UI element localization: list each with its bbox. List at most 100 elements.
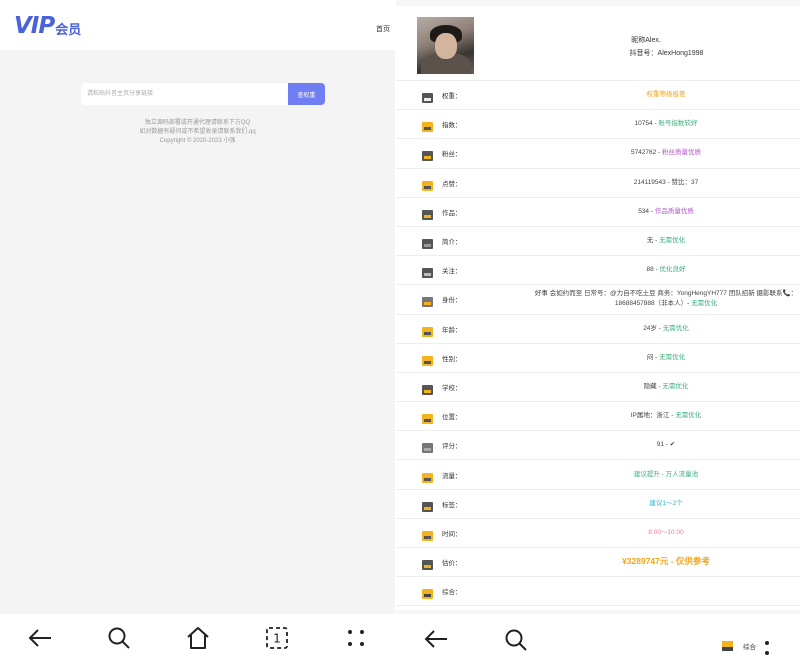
metric-value: 534 - 作品质量优质 [496,207,800,217]
metric-note: ¥3289747元 - 仅供参考 [622,556,710,567]
metric-note: 无需优化 [659,237,686,245]
metric-value: 无 - 无需优化 [496,236,800,246]
metric-value-text: 闷 - [646,353,660,361]
metric-value: 好事 会如约而至 日常号：@力自不吃土豆 商务：YongHengYH777 团队… [496,289,800,309]
metric-value-text: 5742762 - [630,149,663,157]
metric-row: 简介： 无 - 无需优化 [396,227,800,257]
metric-note: 无需优化 [675,412,702,420]
result-card: 昵称Alex. 抖音号：AlexHong1998 权重： 权重等级极差 指数： 107… [396,6,800,610]
menu-dots-icon[interactable] [341,623,371,653]
summary-label: 综合 [743,644,756,651]
metric-label: 评分： [442,443,462,451]
metric-label: 身份： [442,297,462,305]
metric-row: 估价： ¥3289747元 - 仅供参考 [396,548,800,578]
tabs-icon[interactable]: 1 [262,623,292,653]
index-icon [422,119,433,133]
metric-row: 身份： 好事 会如约而至 日常号：@力自不吃土豆 商务：YongHengYH777… [396,285,800,315]
metric-value: IP属地：浙江 - 无需优化 [496,411,800,421]
bottom-nav-bar-right: 综合 [396,614,800,662]
search-icon[interactable] [104,623,134,653]
metric-label: 时间： [442,530,462,538]
metric-value-text: 534 - [638,207,655,215]
metric-value: 权重等级极差 [496,90,800,100]
metric-value-text: 214119543 - 赞比：37 [633,178,699,186]
metric-value: 24岁 - 无需优化 [496,324,800,334]
metric-value: ¥3289747元 - 仅供参考 [496,556,800,568]
weight-icon [422,90,433,104]
metric-value-text-2: 18688457888（非本人）- [614,300,692,308]
menu-dots-icon[interactable] [764,640,770,661]
metric-label: 标签： [442,501,462,509]
metric-row: 评分： 91 - ✔ [396,431,800,461]
home-link[interactable]: 首页 [376,24,390,34]
metric-label: 权重： [442,93,462,101]
metrics-list: 权重： 权重等级极差指数： 10754 - 账号指数较好粉丝： 5742762 - 粉… [396,81,800,607]
age-icon [422,324,433,337]
back-arrow-icon[interactable] [423,628,449,655]
metric-value-text: 隐藏 - [643,382,663,390]
valuation-icon [422,557,433,571]
metric-value: 10754 - 账号指数较好 [496,119,800,129]
metric-row: 位置： IP属地：浙江 - 无需优化 [396,402,800,432]
home-icon[interactable] [183,623,213,653]
header: VIP 会员 首页 [0,0,395,50]
metric-row: 权重： 权重等级极差 [396,81,800,111]
bottom-nav-bar: 1 [0,614,395,662]
query-weight-button[interactable]: 查权重 [288,83,325,105]
school-icon [422,382,433,395]
metric-note: 8:00～10:00 [648,528,684,536]
metric-note: 建议提升 - 万人流量池 [633,470,699,478]
metric-value-text: 88 - [646,266,660,274]
metric-value: 建议1～2个 [496,499,800,509]
logo-vip-text: VIP [14,13,55,39]
metric-value-text: 好事 会如约而至 日常号：@力自不吃土豆 商务：YongHengYH777 团队… [534,290,798,298]
summary-icon [722,641,733,651]
metric-note: 无需优化 [691,300,718,308]
metric-row: 标签： 建议1～2个 [396,490,800,519]
back-arrow-icon[interactable] [25,623,55,653]
metric-row: 流量： 建议提升 - 万人流量池 [396,460,800,490]
location-icon [422,411,433,425]
metric-value-text: 91 - ✔ [656,441,676,449]
metric-label: 位置： [442,414,462,422]
tab-count: 1 [273,632,281,646]
metric-label: 性别： [442,355,462,363]
metric-row: 时间： 8:00～10:00 [396,519,800,548]
right-screen: 昵称Alex. 抖音号：AlexHong1998 权重： 权重等级极差 指数： 107… [396,0,800,662]
metric-value: 隐藏 - 无需优化 [496,382,800,392]
metric-row: 指数： 10754 - 账号指数较好 [396,110,800,140]
metric-note: 粉丝质量优质 [662,149,702,157]
copyright: Copyright © 2020-2023 小强 [159,138,236,144]
score-icon [422,440,433,454]
metric-value: 91 - ✔ [496,440,800,450]
note-line: 如对数据有疑问或不希望收录请联系我们,qq [139,129,256,135]
vip-logo[interactable]: VIP 会员 [14,14,81,38]
metric-row: 粉丝： 5742762 - 粉丝质量优质 [396,139,800,169]
metric-label: 简介： [442,239,462,247]
metric-note: 建议1～2个 [649,499,683,507]
douyin-id: 抖音号：AlexHong1998 [629,50,704,57]
metric-row: 年龄： 24岁 - 无需优化 [396,315,800,344]
metric-value: 88 - 优化良好 [496,265,800,275]
metric-label: 指数： [442,122,462,130]
metric-value: 214119543 - 赞比：37 [496,178,800,188]
left-screen: VIP 会员 首页 查权重 独立源码部署或开通代理请联系下方QQ 如对数据有疑问… [0,0,395,662]
metric-value: 建议提升 - 万人流量池 [496,470,800,480]
time-icon [422,528,433,541]
traffic-icon [422,470,433,483]
metric-note: 账号指数较好 [658,120,698,128]
gender-icon [422,353,433,366]
metric-label: 点赞： [442,180,462,188]
metric-label: 估价： [442,560,462,568]
search-icon[interactable] [504,628,528,657]
metric-label: 关注： [442,268,462,276]
intro-icon [422,236,433,250]
link-input[interactable] [81,83,288,105]
note-line: 独立源码部署或开通代理请联系下方QQ [144,120,251,126]
metric-value: 5742762 - 粉丝质量优质 [496,148,800,158]
avatar [417,17,474,74]
summary-shortcut[interactable]: 综合 [722,641,756,651]
metric-value-text: 无 - [646,237,660,245]
metric-value: 闷 - 无需优化 [496,353,800,363]
metric-label: 作品： [442,209,462,217]
